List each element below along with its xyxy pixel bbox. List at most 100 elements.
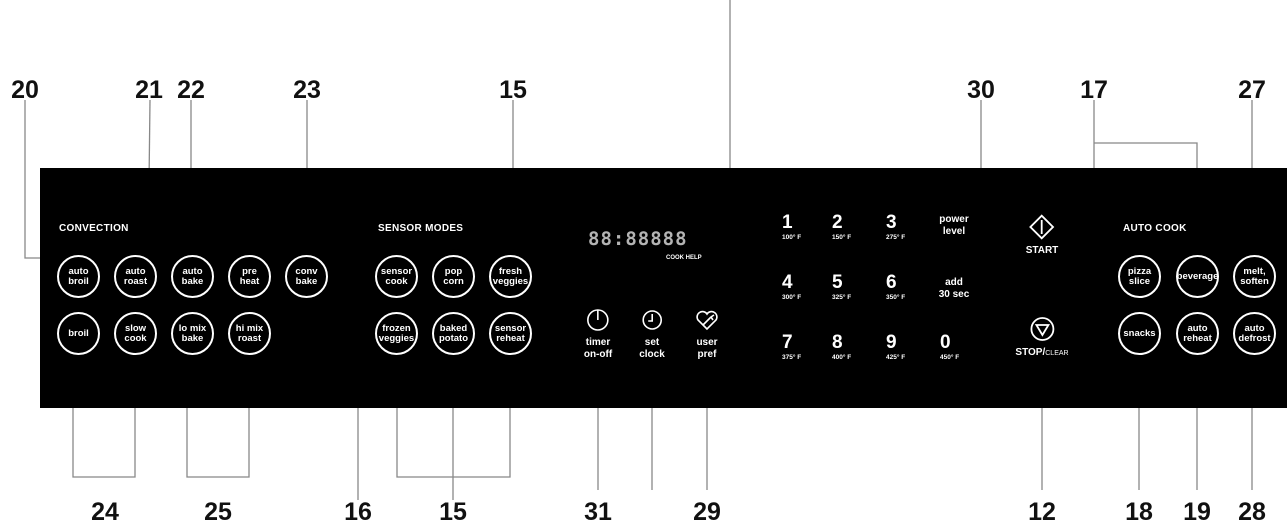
stop-clear-key[interactable]: STOP/CLEAR — [1015, 316, 1069, 359]
auto-bake-button[interactable]: auto bake — [171, 255, 214, 298]
lo-mix-bake-label: lo mix bake — [178, 322, 207, 344]
hi-mix-roast-label: hi mix roast — [235, 322, 264, 344]
key-number: 6 — [886, 272, 897, 293]
pre-heat-button[interactable]: pre heat — [228, 255, 271, 298]
callout-29: 29 — [693, 498, 721, 526]
key-number: 9 — [886, 332, 897, 353]
baked-potato-label: baked potato — [438, 322, 469, 344]
sensor-modes-heading: SENSOR MODES — [378, 223, 464, 234]
wrench-heart-icon — [696, 310, 718, 331]
key-temp: 325° F — [832, 294, 852, 301]
sensor-cook-button[interactable]: sensor cook — [375, 255, 418, 298]
baked-potato-button[interactable]: baked potato — [432, 312, 475, 355]
power-level-key[interactable]: power level — [939, 214, 968, 237]
pre-heat-label: pre heat — [239, 265, 260, 287]
timer-on-off-key[interactable]: timer on-off — [584, 308, 612, 360]
key-temp: 425° F — [886, 354, 906, 361]
start-label: START — [1025, 245, 1059, 256]
auto-roast-label: auto roast — [123, 265, 148, 287]
pizza-slice-label: pizza slice — [1127, 265, 1152, 287]
key-temp: 100° F — [782, 234, 802, 241]
frozen-veggies-button[interactable]: frozen veggies — [375, 312, 418, 355]
pop-corn-label: pop corn — [443, 265, 464, 287]
clear-label: CLEAR — [1045, 350, 1069, 357]
convection-heading: CONVECTION — [59, 223, 129, 234]
auto-roast-button[interactable]: auto roast — [114, 255, 157, 298]
timer-on-off-label: timer on-off — [583, 337, 613, 360]
conv-bake-button[interactable]: conv bake — [285, 255, 328, 298]
callout-30: 30 — [967, 76, 995, 104]
lo-mix-bake-button[interactable]: lo mix bake — [171, 312, 214, 355]
pizza-slice-button[interactable]: pizza slice — [1118, 255, 1161, 298]
control-panel-diagram: 20 21 22 23 15 30 17 27 24 25 16 15 31 2… — [0, 0, 1287, 529]
frozen-veggies-label: frozen veggies — [378, 322, 415, 344]
callout-12: 12 — [1028, 498, 1056, 526]
callout-15-bottom: 15 — [439, 498, 467, 526]
keypad-9[interactable]: 9 425° F — [886, 333, 905, 361]
keypad-2[interactable]: 2 150° F — [832, 213, 851, 241]
stop-label-row: STOP/CLEAR — [1015, 347, 1069, 358]
start-key[interactable]: START — [1025, 214, 1059, 257]
pop-corn-button[interactable]: pop corn — [432, 255, 475, 298]
callout-25: 25 — [204, 498, 232, 526]
melt-soften-label: melt, soften — [1240, 265, 1269, 287]
start-diamond-icon — [1029, 214, 1055, 240]
fresh-veggies-button[interactable]: fresh veggies — [489, 255, 532, 298]
callout-24: 24 — [91, 498, 119, 526]
slow-cook-button[interactable]: slow cook — [114, 312, 157, 355]
callout-21: 21 — [135, 76, 163, 104]
keypad-3[interactable]: 3 275° F — [886, 213, 905, 241]
key-temp: 400° F — [832, 354, 852, 361]
user-pref-key[interactable]: user pref — [694, 308, 720, 360]
keypad-4[interactable]: 4 300° F — [782, 273, 801, 301]
set-clock-label: set clock — [639, 337, 665, 360]
user-pref-label: user pref — [696, 337, 718, 360]
key-number: 1 — [782, 212, 793, 233]
sensor-cook-label: sensor cook — [380, 265, 413, 287]
auto-reheat-button[interactable]: auto reheat — [1176, 312, 1219, 355]
snacks-button[interactable]: snacks — [1118, 312, 1161, 355]
broil-label: broil — [68, 327, 89, 339]
keypad-5[interactable]: 5 325° F — [832, 273, 851, 301]
key-number: 8 — [832, 332, 843, 353]
callout-20: 20 — [11, 76, 39, 104]
keypad-8[interactable]: 8 400° F — [832, 333, 851, 361]
hi-mix-roast-button[interactable]: hi mix roast — [228, 312, 271, 355]
auto-broil-button[interactable]: auto broil — [57, 255, 100, 298]
callout-31: 31 — [584, 498, 612, 526]
key-number: 3 — [886, 212, 897, 233]
key-number: 5 — [832, 272, 843, 293]
key-number: 4 — [782, 272, 793, 293]
cook-help-indicator: COOK HELP — [666, 255, 702, 261]
auto-reheat-label: auto reheat — [1183, 322, 1212, 344]
stop-triangle-icon — [1030, 317, 1054, 341]
melt-soften-button[interactable]: melt, soften — [1233, 255, 1276, 298]
broil-button[interactable]: broil — [57, 312, 100, 355]
auto-broil-label: auto broil — [68, 265, 89, 287]
add-30-sec-key[interactable]: add 30 sec — [939, 277, 970, 300]
key-number: 0 — [940, 332, 951, 353]
auto-bake-label: auto bake — [181, 265, 204, 287]
digital-display: 88:88888 — [588, 228, 688, 250]
callout-18: 18 — [1125, 498, 1153, 526]
callout-17: 17 — [1080, 76, 1108, 104]
key-temp: 375° F — [782, 354, 802, 361]
sensor-reheat-button[interactable]: sensor reheat — [489, 312, 532, 355]
auto-defrost-button[interactable]: auto defrost — [1233, 312, 1276, 355]
keypad-7[interactable]: 7 375° F — [782, 333, 801, 361]
keypad-0[interactable]: 0 450° F — [940, 333, 959, 361]
set-clock-key[interactable]: set clock — [639, 308, 665, 360]
key-temp: 300° F — [782, 294, 802, 301]
callout-15-top: 15 — [499, 76, 527, 104]
callout-28: 28 — [1238, 498, 1266, 526]
fresh-veggies-label: fresh veggies — [492, 265, 529, 287]
callout-16: 16 — [344, 498, 372, 526]
key-temp: 150° F — [832, 234, 852, 241]
keypad-6[interactable]: 6 350° F — [886, 273, 905, 301]
beverage-button[interactable]: beverage — [1176, 255, 1219, 298]
sensor-reheat-label: sensor reheat — [494, 322, 527, 344]
timer-icon — [587, 309, 609, 331]
callout-22: 22 — [177, 76, 205, 104]
keypad-1[interactable]: 1 100° F — [782, 213, 801, 241]
beverage-label: beverage — [1176, 270, 1219, 282]
